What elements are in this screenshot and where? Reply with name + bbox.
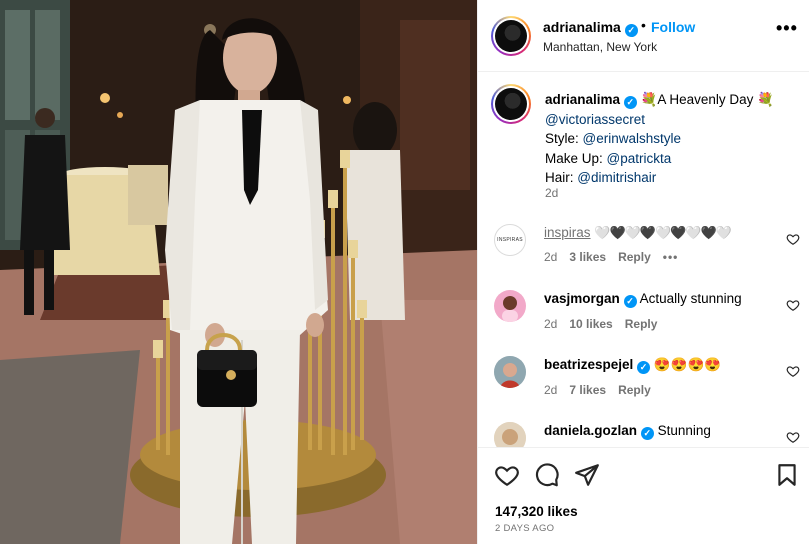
caption-text: 💐A Heavenly Day 💐 <box>640 92 774 107</box>
mention-link[interactable]: @patrickta <box>607 151 672 166</box>
author-username-row: adrianalima ✓ <box>543 19 638 37</box>
comment-username[interactable]: vasjmorgan <box>544 291 620 306</box>
follow-button[interactable]: Follow <box>651 19 695 35</box>
bookmark-icon[interactable] <box>774 462 800 488</box>
post-location[interactable]: Manhattan, New York <box>543 40 657 54</box>
caption-avatar[interactable] <box>491 84 531 124</box>
comment-likes[interactable]: 10 likes <box>569 317 612 331</box>
verified-icon: ✓ <box>623 96 637 109</box>
reply-button[interactable]: Reply <box>618 383 651 397</box>
header-separator: • <box>641 17 646 33</box>
comment-avatar[interactable] <box>494 290 526 322</box>
comment-time: 2d <box>544 250 558 264</box>
comment-avatar[interactable]: INSPIRAS <box>494 224 526 256</box>
caption-timestamp: 2d <box>545 186 559 200</box>
comment-likes[interactable]: 3 likes <box>569 250 606 264</box>
verified-icon: ✓ <box>623 295 637 308</box>
comment-meta: 2d 7 likes Reply <box>544 383 663 397</box>
makeup-label: Make Up: <box>545 150 607 166</box>
comment-time: 2d <box>544 383 558 397</box>
comment-body: daniela.gozlan ✓ Stunning <box>544 422 711 440</box>
reply-button[interactable]: Reply <box>618 250 651 264</box>
verified-icon: ✓ <box>624 24 638 37</box>
post-image <box>0 0 477 544</box>
verified-icon: ✓ <box>637 361 651 374</box>
comment-more-icon[interactable]: ••• <box>663 250 679 264</box>
comment-text: 😍😍😍😍 <box>653 357 722 372</box>
comment-meta: 2d 3 likes Reply ••• <box>544 250 690 264</box>
heart-icon[interactable] <box>786 298 800 312</box>
post-details-panel: adrianalima ✓ • Follow Manhattan, New Yo… <box>477 0 809 544</box>
comment-meta: 2d 10 likes Reply <box>544 317 669 331</box>
comment-username[interactable]: inspiras <box>544 225 591 240</box>
heart-icon[interactable] <box>786 232 800 246</box>
comment-text: Stunning <box>657 423 711 438</box>
comment-text: 🤍🖤🤍🖤🤍🖤🤍🖤🤍 <box>594 225 732 240</box>
hair-label: Hair: <box>545 170 578 185</box>
mention-link[interactable]: @erinwalshstyle <box>583 131 682 146</box>
comment-body: beatrizespejel ✓ 😍😍😍😍 <box>544 356 721 374</box>
style-label: Style: <box>545 131 583 146</box>
more-options-icon[interactable]: ••• <box>776 19 798 37</box>
post-caption: adrianalima ✓ 💐A Heavenly Day 💐 @victori… <box>545 90 800 188</box>
author-username[interactable]: adrianalima <box>543 19 621 35</box>
comment-time: 2d <box>544 317 558 331</box>
heart-icon[interactable] <box>494 462 520 488</box>
mention-link[interactable]: @dimitrishair <box>577 170 656 185</box>
post-date[interactable]: 2 DAYS AGO <box>495 523 554 534</box>
comment-username[interactable]: beatrizespejel <box>544 357 633 372</box>
comment-username[interactable]: daniela.gozlan <box>544 423 637 438</box>
comment-avatar[interactable] <box>494 356 526 388</box>
post-photo[interactable] <box>0 0 477 544</box>
likes-count[interactable]: 147,320 likes <box>495 504 578 519</box>
comment-likes[interactable]: 7 likes <box>569 383 606 397</box>
comment-body: inspiras 🤍🖤🤍🖤🤍🖤🤍🖤🤍 <box>544 224 732 242</box>
caption-username[interactable]: adrianalima <box>545 92 620 107</box>
avatar-logo-text: INSPIRAS <box>497 237 523 243</box>
comment-item: daniela.gozlan ✓ Stunning <box>478 419 809 447</box>
mention-link[interactable]: @victoriassecret <box>545 112 645 127</box>
share-icon[interactable] <box>574 462 600 488</box>
heart-icon[interactable] <box>786 430 800 444</box>
comment-avatar[interactable] <box>494 422 526 447</box>
verified-icon: ✓ <box>640 427 654 440</box>
comment-text: Actually stunning <box>639 291 742 306</box>
author-avatar[interactable] <box>491 16 531 56</box>
comment-body: vasjmorgan ✓ Actually stunning <box>544 290 742 308</box>
post-actions: 147,320 likes 2 DAYS AGO <box>478 447 809 544</box>
reply-button[interactable]: Reply <box>625 317 658 331</box>
post-header: adrianalima ✓ • Follow Manhattan, New Yo… <box>478 0 809 72</box>
comment-icon[interactable] <box>534 462 560 488</box>
heart-icon[interactable] <box>786 364 800 378</box>
